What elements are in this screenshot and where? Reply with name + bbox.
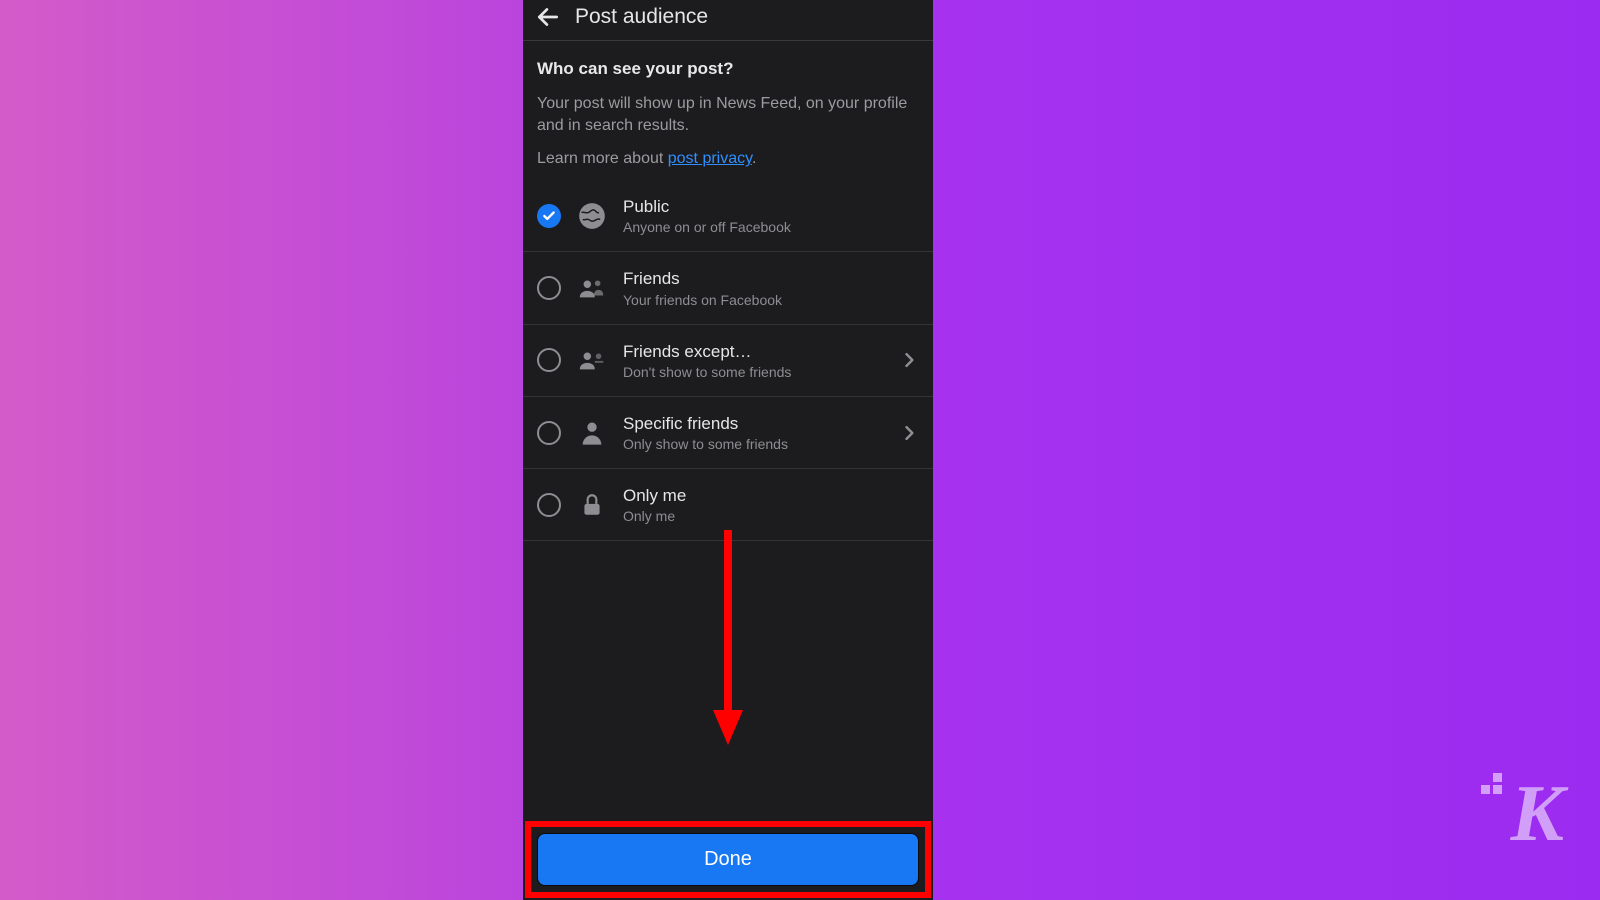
friends-icon: [577, 273, 607, 303]
watermark-logo: K: [1511, 769, 1560, 860]
friends-except-icon: [577, 345, 607, 375]
radio-unselected-icon[interactable]: [537, 421, 561, 445]
radio-unselected-icon[interactable]: [537, 348, 561, 372]
option-text: Only me Only me: [623, 485, 919, 524]
audience-options-list: Public Anyone on or off Facebook Friends…: [523, 176, 933, 541]
spacer: [523, 541, 933, 821]
watermark-dots-icon: [1481, 771, 1507, 797]
option-only-me[interactable]: Only me Only me: [523, 469, 933, 541]
option-subtitle: Don't show to some friends: [623, 364, 883, 380]
intro-learn-suffix: .: [752, 150, 756, 167]
option-friends[interactable]: Friends Your friends on Facebook: [523, 252, 933, 324]
chevron-right-icon: [899, 423, 919, 443]
back-arrow-icon[interactable]: [535, 4, 561, 30]
screen-header: Post audience: [523, 0, 933, 41]
option-text: Friends Your friends on Facebook: [623, 268, 919, 307]
screen-title: Post audience: [575, 5, 708, 29]
option-title: Public: [623, 196, 919, 217]
chevron-right-icon: [899, 350, 919, 370]
intro-learn-line: Learn more about post privacy.: [537, 150, 919, 168]
intro-body: Your post will show up in News Feed, on …: [537, 93, 919, 136]
option-subtitle: Anyone on or off Facebook: [623, 219, 919, 235]
done-highlight-box: Done: [525, 821, 931, 898]
post-privacy-link[interactable]: post privacy: [668, 150, 752, 167]
globe-icon: [577, 201, 607, 231]
done-button[interactable]: Done: [537, 833, 919, 886]
specific-friend-icon: [577, 418, 607, 448]
option-public[interactable]: Public Anyone on or off Facebook: [523, 176, 933, 252]
phone-screen: Post audience Who can see your post? You…: [523, 0, 933, 900]
option-title: Friends except…: [623, 341, 883, 362]
option-subtitle: Only show to some friends: [623, 436, 883, 452]
option-text: Public Anyone on or off Facebook: [623, 196, 919, 235]
radio-selected-icon[interactable]: [537, 204, 561, 228]
radio-unselected-icon[interactable]: [537, 493, 561, 517]
intro-section: Who can see your post? Your post will sh…: [523, 41, 933, 176]
radio-unselected-icon[interactable]: [537, 276, 561, 300]
option-title: Specific friends: [623, 413, 883, 434]
intro-learn-prefix: Learn more about: [537, 150, 668, 167]
option-subtitle: Your friends on Facebook: [623, 292, 919, 308]
intro-heading: Who can see your post?: [537, 59, 919, 79]
background-gradient: Post audience Who can see your post? You…: [0, 0, 1600, 900]
option-specific-friends[interactable]: Specific friends Only show to some frien…: [523, 397, 933, 469]
option-title: Only me: [623, 485, 919, 506]
option-title: Friends: [623, 268, 919, 289]
lock-icon: [577, 490, 607, 520]
option-friends-except[interactable]: Friends except… Don't show to some frien…: [523, 325, 933, 397]
option-text: Friends except… Don't show to some frien…: [623, 341, 883, 380]
option-text: Specific friends Only show to some frien…: [623, 413, 883, 452]
option-subtitle: Only me: [623, 508, 919, 524]
watermark-letter: K: [1511, 770, 1560, 858]
